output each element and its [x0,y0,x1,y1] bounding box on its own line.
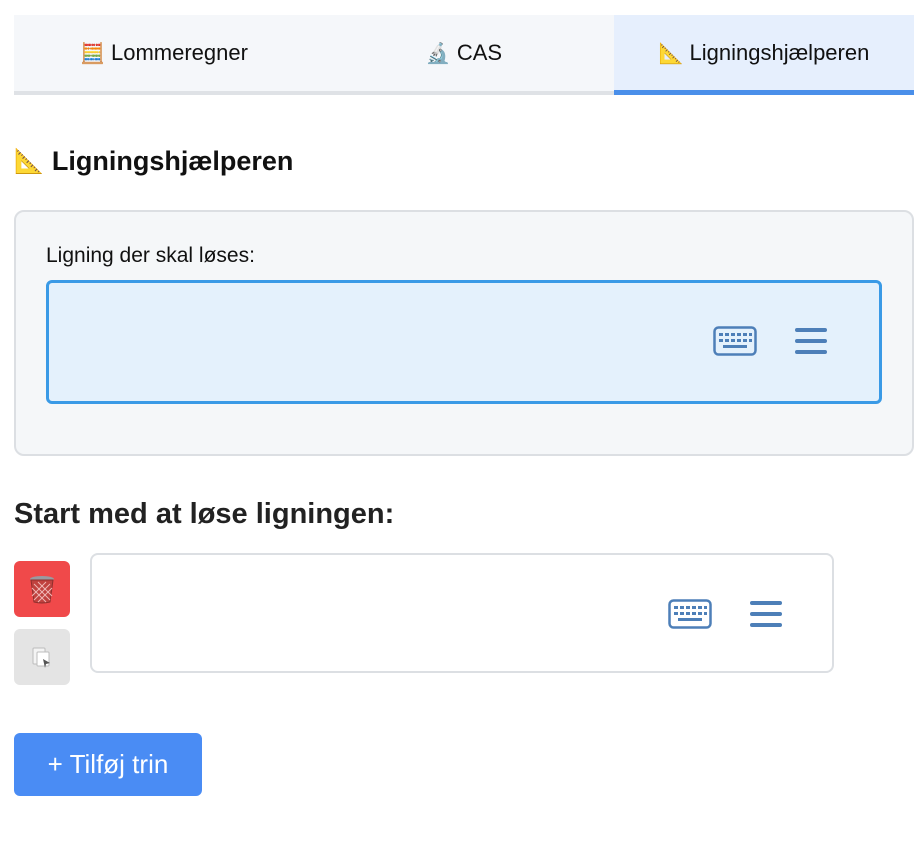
tab-lommeregner[interactable]: 🧮 Lommeregner [14,15,314,91]
delete-step-button[interactable] [14,561,70,617]
menu-icon[interactable] [794,326,828,356]
microscope-icon: 🔬 [425,42,451,65]
page-title-text: Ligningshjælperen [51,146,294,176]
add-step-button[interactable]: + Tilføj trin [14,733,202,796]
tab-label: Lommeregner [110,40,248,65]
tab-cas[interactable]: 🔬 CAS [314,15,614,91]
triangular-ruler-icon: 📐 [14,148,44,175]
copy-icon [32,647,50,668]
tab-bar: 🧮 Lommeregner 🔬 CAS 📐 Ligningshjælperen [14,15,914,95]
tab-label: Ligningshjælperen [689,40,870,65]
page-title: 📐 Ligningshjælperen [14,146,293,177]
steps-heading: Start med at løse ligningen: [14,498,395,530]
keyboard-icon[interactable] [668,599,712,629]
step-input[interactable] [90,553,834,673]
abacus-icon: 🧮 [80,42,105,65]
equation-panel: Ligning der skal løses: [14,210,914,456]
equation-label: Ligning der skal løses: [46,244,255,267]
menu-icon[interactable] [749,599,783,629]
copy-step-button[interactable] [14,629,70,685]
trash-icon [30,576,54,604]
tab-ligningshjaelperen[interactable]: 📐 Ligningshjælperen [614,15,914,95]
triangular-ruler-icon: 📐 [658,42,684,65]
equation-input[interactable] [46,280,882,404]
keyboard-icon[interactable] [713,326,757,356]
tab-label: CAS [456,40,503,65]
